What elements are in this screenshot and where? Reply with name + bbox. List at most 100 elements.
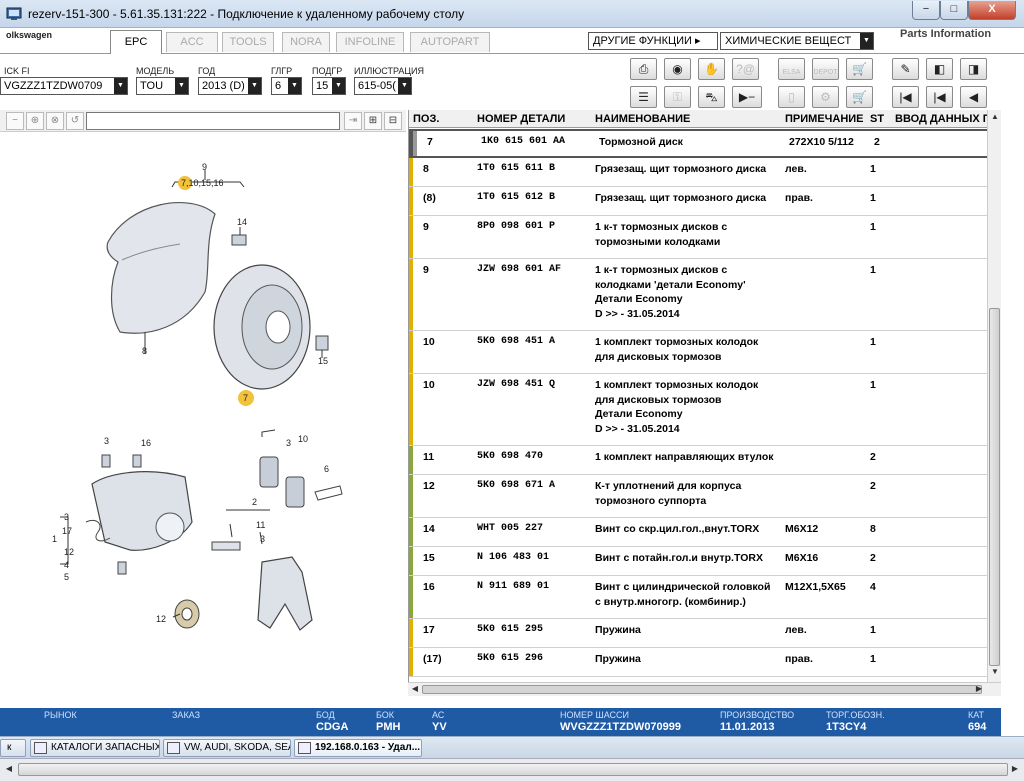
label-3d[interactable]: 3 (260, 534, 265, 544)
table-row[interactable]: 7 1K0 615 601 AA Тормозной диск 272X10 5/11… (409, 129, 1001, 158)
table-vertical-scrollbar[interactable]: ▲ ▼ (987, 110, 1001, 682)
subgroup-select[interactable]: 15 ▼ (312, 77, 346, 95)
fit-page-icon[interactable]: ⇥ (344, 112, 362, 130)
label-11[interactable]: 11 (256, 520, 265, 530)
table-row[interactable]: 14 WHT 005 227 Винт со скр.цил.гол.,внут.T… (409, 518, 1001, 547)
label-3c[interactable]: 3 (64, 512, 69, 522)
scroll-down-icon[interactable]: ▼ (989, 667, 1001, 676)
taskbar-item[interactable]: к (0, 739, 26, 757)
list-icon[interactable]: ☰ (630, 86, 657, 108)
first-icon[interactable]: |◀ (892, 86, 919, 108)
table-row[interactable]: (8) 1T0 615 612 B Грязезащ. щит тормозного… (409, 187, 1001, 216)
taskbar-item-active[interactable]: 192.168.0.163 - Удал... (294, 739, 422, 757)
handshake-icon[interactable]: ✋ (698, 58, 725, 80)
depot-icon[interactable]: DEPOT (812, 58, 839, 80)
label-7-10-15-16[interactable]: 7,10,15,16 (181, 178, 224, 188)
chemical-dropdown[interactable]: ХИМИЧЕСКИЕ ВЕЩЕСТ ▼ (720, 32, 874, 50)
label-4[interactable]: 4 (64, 560, 69, 570)
label-2[interactable]: 2 (252, 497, 257, 507)
unknown-part-icon[interactable]: ?@ (732, 58, 759, 80)
layout-icon[interactable]: ⊟ (384, 112, 402, 130)
col-part-number[interactable]: НОМЕР ДЕТАЛИ (477, 113, 565, 125)
quick-field[interactable]: VGZZZ1TZDW0709 ▼ (0, 77, 128, 95)
zoom-reset-icon[interactable]: ↺ (66, 112, 84, 130)
col-name[interactable]: НАИМЕНОВАНИЕ (595, 113, 690, 125)
col-input[interactable]: ВВОД ДАННЫХ ПО (895, 113, 999, 125)
prev-page-icon[interactable]: ◧ (926, 58, 953, 80)
label-10[interactable]: 10 (298, 434, 308, 444)
prev-icon[interactable]: |◀ (926, 86, 953, 108)
scroll-left-icon[interactable]: ◀ (3, 764, 15, 773)
table-row[interactable]: 8 1T0 615 611 B Грязезащ. щит тормозного д… (409, 158, 1001, 187)
col-st[interactable]: ST (870, 113, 884, 125)
group-select[interactable]: 6 ▼ (271, 77, 302, 95)
label-14[interactable]: 14 (237, 217, 247, 227)
tab-acc[interactable]: ACC (166, 32, 218, 52)
tab-nora[interactable]: NORA (282, 32, 330, 52)
car-icon[interactable]: ⛍ (698, 86, 725, 108)
tool-icon[interactable]: ⚙ (812, 86, 839, 108)
pin-icon[interactable]: ✎ (892, 58, 919, 80)
illustration-select[interactable]: 615-05(▼ (354, 77, 412, 95)
table-row[interactable]: 15 N 106 483 01 Винт с потайн.гол.и внутр.… (409, 547, 1001, 576)
label-12[interactable]: 12 (64, 547, 74, 557)
maximize-button[interactable]: □ (940, 1, 968, 20)
tab-autopart[interactable]: AUTOPART (410, 32, 490, 52)
taskbar-item[interactable]: VW, AUDI, SKODA, SEAT (163, 739, 291, 757)
table-row[interactable]: 9 JZW 698 601 AF 1 к-т тормозных дисков с … (409, 259, 1001, 331)
elsa-icon[interactable]: ELSA (778, 58, 805, 80)
illustration-search-input[interactable] (86, 112, 340, 130)
label-6[interactable]: 6 (324, 464, 329, 474)
close-button[interactable]: X (968, 1, 1016, 20)
table-row[interactable]: 17 5K0 615 295 Пружина лев. 1 (409, 619, 1001, 648)
next-page-icon[interactable]: ◨ (960, 58, 987, 80)
table-row[interactable]: 10 5K0 698 451 A 1 комплект тормозных коло… (409, 331, 1001, 374)
label-17[interactable]: 17 (62, 526, 72, 536)
scroll-right-icon[interactable]: ▶ (1009, 764, 1021, 773)
table-row[interactable]: 16 N 911 689 01 Винт с цилиндрической голо… (409, 576, 1001, 619)
label-1[interactable]: 1 (52, 534, 57, 544)
scroll-right-icon[interactable]: ▶ (973, 684, 985, 693)
table-row[interactable]: 12 5K0 698 671 A К-т уплотнений для корпус… (409, 475, 1001, 518)
scroll-left-icon[interactable]: ◀ (409, 684, 421, 693)
cart-icon[interactable]: 🛒 (846, 86, 873, 108)
scroll-thumb[interactable] (18, 763, 1008, 776)
minimize-button[interactable]: − (912, 1, 940, 20)
other-functions-menu[interactable]: ДРУГИЕ ФУНКЦИИ ▸ (588, 32, 718, 50)
taskbar-item[interactable]: КАТАЛОГИ ЗАПАСНЫХ ... (30, 739, 160, 757)
print-icon[interactable]: ⎙ (630, 58, 657, 80)
label-3[interactable]: 3 (104, 436, 109, 446)
label-7[interactable]: 7 (243, 393, 248, 403)
scroll-thumb[interactable] (422, 685, 982, 694)
label-8[interactable]: 8 (142, 346, 147, 356)
play-minus-icon[interactable]: ▶− (732, 86, 762, 108)
table-row[interactable]: (17) 5K0 615 296 Пружина прав. 1 (409, 648, 1001, 677)
year-select[interactable]: 2013 (D) ▼ (198, 77, 262, 95)
zoom-out-icon[interactable]: − (6, 112, 24, 130)
zoom-in-icon[interactable]: ⊕ (26, 112, 44, 130)
label-15[interactable]: 15 (318, 356, 328, 366)
table-horizontal-scrollbar[interactable]: ◀ ▶ (408, 682, 1001, 696)
col-note[interactable]: ПРИМЕЧАНИЕ (785, 113, 864, 125)
window-horizontal-scrollbar[interactable]: ◀ ▶ (0, 758, 1024, 781)
tab-infoline[interactable]: INFOLINE (336, 32, 404, 52)
tab-epc[interactable]: EPC (110, 30, 162, 54)
phone-icon[interactable]: ▯ (778, 86, 805, 108)
label-12b[interactable]: 12 (156, 614, 166, 624)
table-row[interactable]: 9 8P0 098 601 P 1 к-т тормозных дисков с т… (409, 216, 1001, 259)
tab-tools[interactable]: TOOLS (222, 32, 274, 52)
zoom-area-icon[interactable]: ⊗ (46, 112, 64, 130)
label-16[interactable]: 16 (141, 438, 151, 448)
table-row[interactable]: 11 5K0 698 470 1 комплект направляющих вту… (409, 446, 1001, 475)
col-pos[interactable]: ПОЗ. (413, 113, 439, 125)
cart-add-icon[interactable]: 🛒 (846, 58, 873, 80)
back-icon[interactable]: ◀ (960, 86, 987, 108)
table-row[interactable]: 10 JZW 698 451 Q 1 комплект тормозных коло… (409, 374, 1001, 446)
label-3b[interactable]: 3 (286, 438, 291, 448)
grid-view-icon[interactable]: ⊞ (364, 112, 382, 130)
scroll-thumb[interactable] (989, 308, 1000, 666)
key-icon[interactable]: ⚿ (664, 86, 691, 108)
label-5[interactable]: 5 (64, 572, 69, 582)
coin-icon[interactable]: ◉ (664, 58, 691, 80)
scroll-up-icon[interactable]: ▲ (989, 112, 1001, 121)
